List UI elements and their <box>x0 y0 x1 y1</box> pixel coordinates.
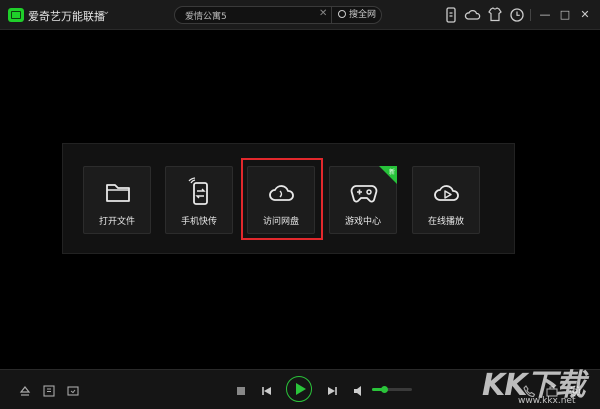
app-title: 爱奇艺万能联播 <box>28 10 105 23</box>
folder-icon <box>106 184 130 202</box>
previous-icon[interactable] <box>260 383 274 397</box>
tile-game-center[interactable]: 游戏中心 新 <box>329 166 397 234</box>
history-clock-icon[interactable] <box>508 6 526 24</box>
player-bar <box>0 369 600 409</box>
search-button-label: 搜全网 <box>349 10 377 20</box>
app-logo-icon <box>8 8 24 22</box>
tile-label: 手机快传 <box>180 217 217 227</box>
cloud-icon[interactable] <box>464 6 482 24</box>
next-icon[interactable] <box>325 383 339 397</box>
tile-open-file[interactable]: 打开文件 <box>83 166 151 234</box>
volume-icon[interactable] <box>352 383 366 397</box>
search-clear-icon[interactable]: ✕ <box>319 8 327 19</box>
tile-online-play[interactable]: 在线播放 <box>412 166 480 234</box>
search-all-button[interactable]: 搜全网 <box>331 7 381 23</box>
skin-icon[interactable] <box>486 6 504 24</box>
app-menu-chevron-down-icon[interactable]: ⌄ <box>102 6 110 17</box>
close-button[interactable]: ✕ <box>576 5 594 25</box>
tile-label: 游戏中心 <box>344 217 381 227</box>
screenshot-icon[interactable] <box>66 383 80 397</box>
playlist-icon[interactable] <box>42 383 56 397</box>
maximize-button[interactable]: □ <box>556 5 574 25</box>
phone-transfer-icon[interactable] <box>442 6 460 24</box>
toolbox-icon[interactable] <box>545 383 559 397</box>
new-badge-label: 新 <box>388 169 395 176</box>
title-bar: 爱奇艺万能联播 ⌄ ✕ 搜全网 — □ ✕ <box>0 0 600 30</box>
tile-phone-transfer[interactable]: 手机快传 <box>165 166 233 234</box>
search-icon <box>338 10 346 18</box>
highlight-frame <box>241 158 323 240</box>
eject-icon[interactable] <box>18 383 32 397</box>
gamepad-icon <box>350 185 378 203</box>
cloud-play-icon <box>434 185 459 201</box>
tile-label: 在线播放 <box>427 217 464 227</box>
toolbar-divider <box>530 9 531 21</box>
search-box: ✕ 搜全网 <box>174 6 382 24</box>
tile-label: 打开文件 <box>98 217 135 227</box>
search-input[interactable] <box>185 9 313 22</box>
stop-icon[interactable] <box>234 383 248 397</box>
phone-transfer-icon <box>188 177 208 205</box>
phone-icon[interactable] <box>522 383 536 398</box>
minimize-button[interactable]: — <box>536 5 554 25</box>
volume-knob[interactable] <box>381 386 388 393</box>
settings-icon[interactable] <box>568 383 582 397</box>
volume-slider[interactable] <box>372 386 412 393</box>
play-button[interactable] <box>286 376 312 402</box>
